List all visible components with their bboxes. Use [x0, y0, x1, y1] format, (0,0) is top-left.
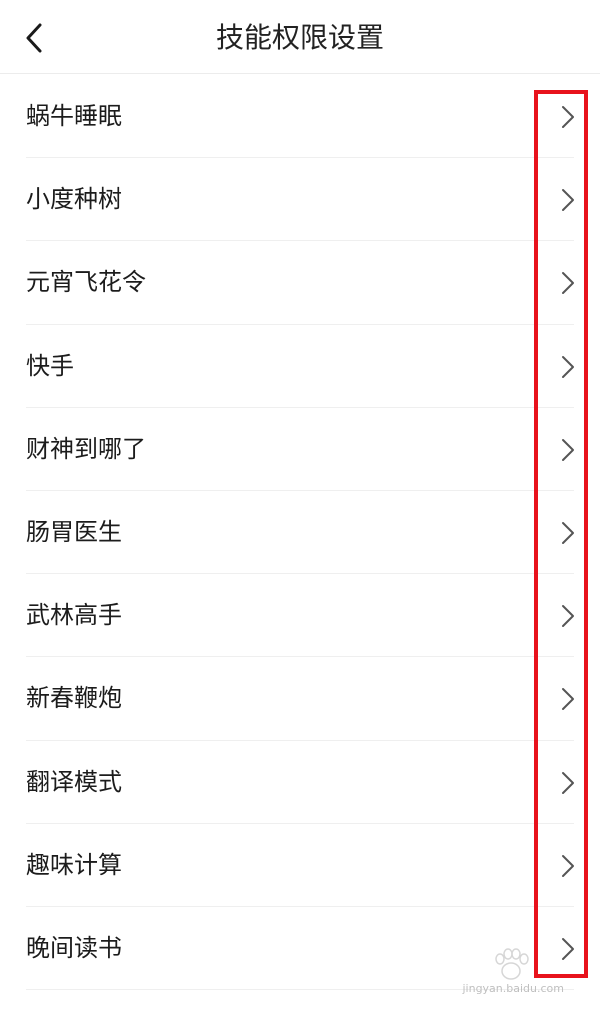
- chevron-right-icon: [562, 106, 574, 128]
- chevron-right-icon: [562, 688, 574, 711]
- list-item-fortune-god[interactable]: 财神到哪了: [0, 408, 600, 492]
- list-item-label: 蜗牛睡眠: [26, 102, 122, 130]
- list-item-label: 趣味计算: [26, 850, 122, 879]
- list-item-kuaishou[interactable]: 快手: [0, 325, 600, 408]
- chevron-right-icon: [562, 937, 574, 960]
- chevron-right-icon: [562, 605, 574, 628]
- list-item-gut-doctor[interactable]: 肠胃医生: [0, 491, 600, 575]
- chevron-right-icon: [562, 272, 574, 295]
- page-title: 技能权限设置: [215, 21, 384, 54]
- header-bar: 技能权限设置: [0, 0, 600, 74]
- list-item-label: 财神到哪了: [26, 434, 146, 463]
- list-item-translation-mode[interactable]: 翻译模式: [0, 741, 600, 824]
- chevron-right-icon: [562, 438, 574, 461]
- list-item-label: 新春鞭炮: [26, 684, 122, 713]
- list-item-lantern-poetry[interactable]: 元宵飞花令: [0, 241, 600, 325]
- list-item-fun-math[interactable]: 趣味计算: [0, 824, 600, 908]
- list-item-snail-sleep[interactable]: 蜗牛睡眠: [0, 75, 600, 159]
- list-item-label: 快手: [26, 351, 74, 380]
- chevron-right-icon: [562, 771, 574, 794]
- list-item-label: 元宵飞花令: [26, 268, 146, 297]
- list-item-label: 晚间读书: [26, 933, 122, 962]
- list-item-firecrackers[interactable]: 新春鞭炮: [0, 657, 600, 741]
- list-item-label: 小度种树: [26, 185, 122, 214]
- list-item-label: 肠胃医生: [26, 517, 122, 546]
- list-item-label: 武林高手: [26, 601, 122, 630]
- list-item-kungfu-master[interactable]: 武林高手: [0, 574, 600, 658]
- list-item-label: 翻译模式: [26, 767, 122, 796]
- list-item-plant-tree[interactable]: 小度种树: [0, 158, 600, 242]
- chevron-right-icon: [562, 355, 574, 378]
- chevron-right-icon: [562, 854, 574, 877]
- chevron-right-icon: [562, 521, 574, 544]
- list-item-evening-reading[interactable]: 晚间读书: [0, 907, 600, 991]
- chevron-right-icon: [562, 189, 574, 212]
- skill-list: 蜗牛睡眠 小度种树 元宵飞花令 快手 财神到哪了 肠胃医生 武林高手 新春鞭炮 …: [0, 75, 600, 991]
